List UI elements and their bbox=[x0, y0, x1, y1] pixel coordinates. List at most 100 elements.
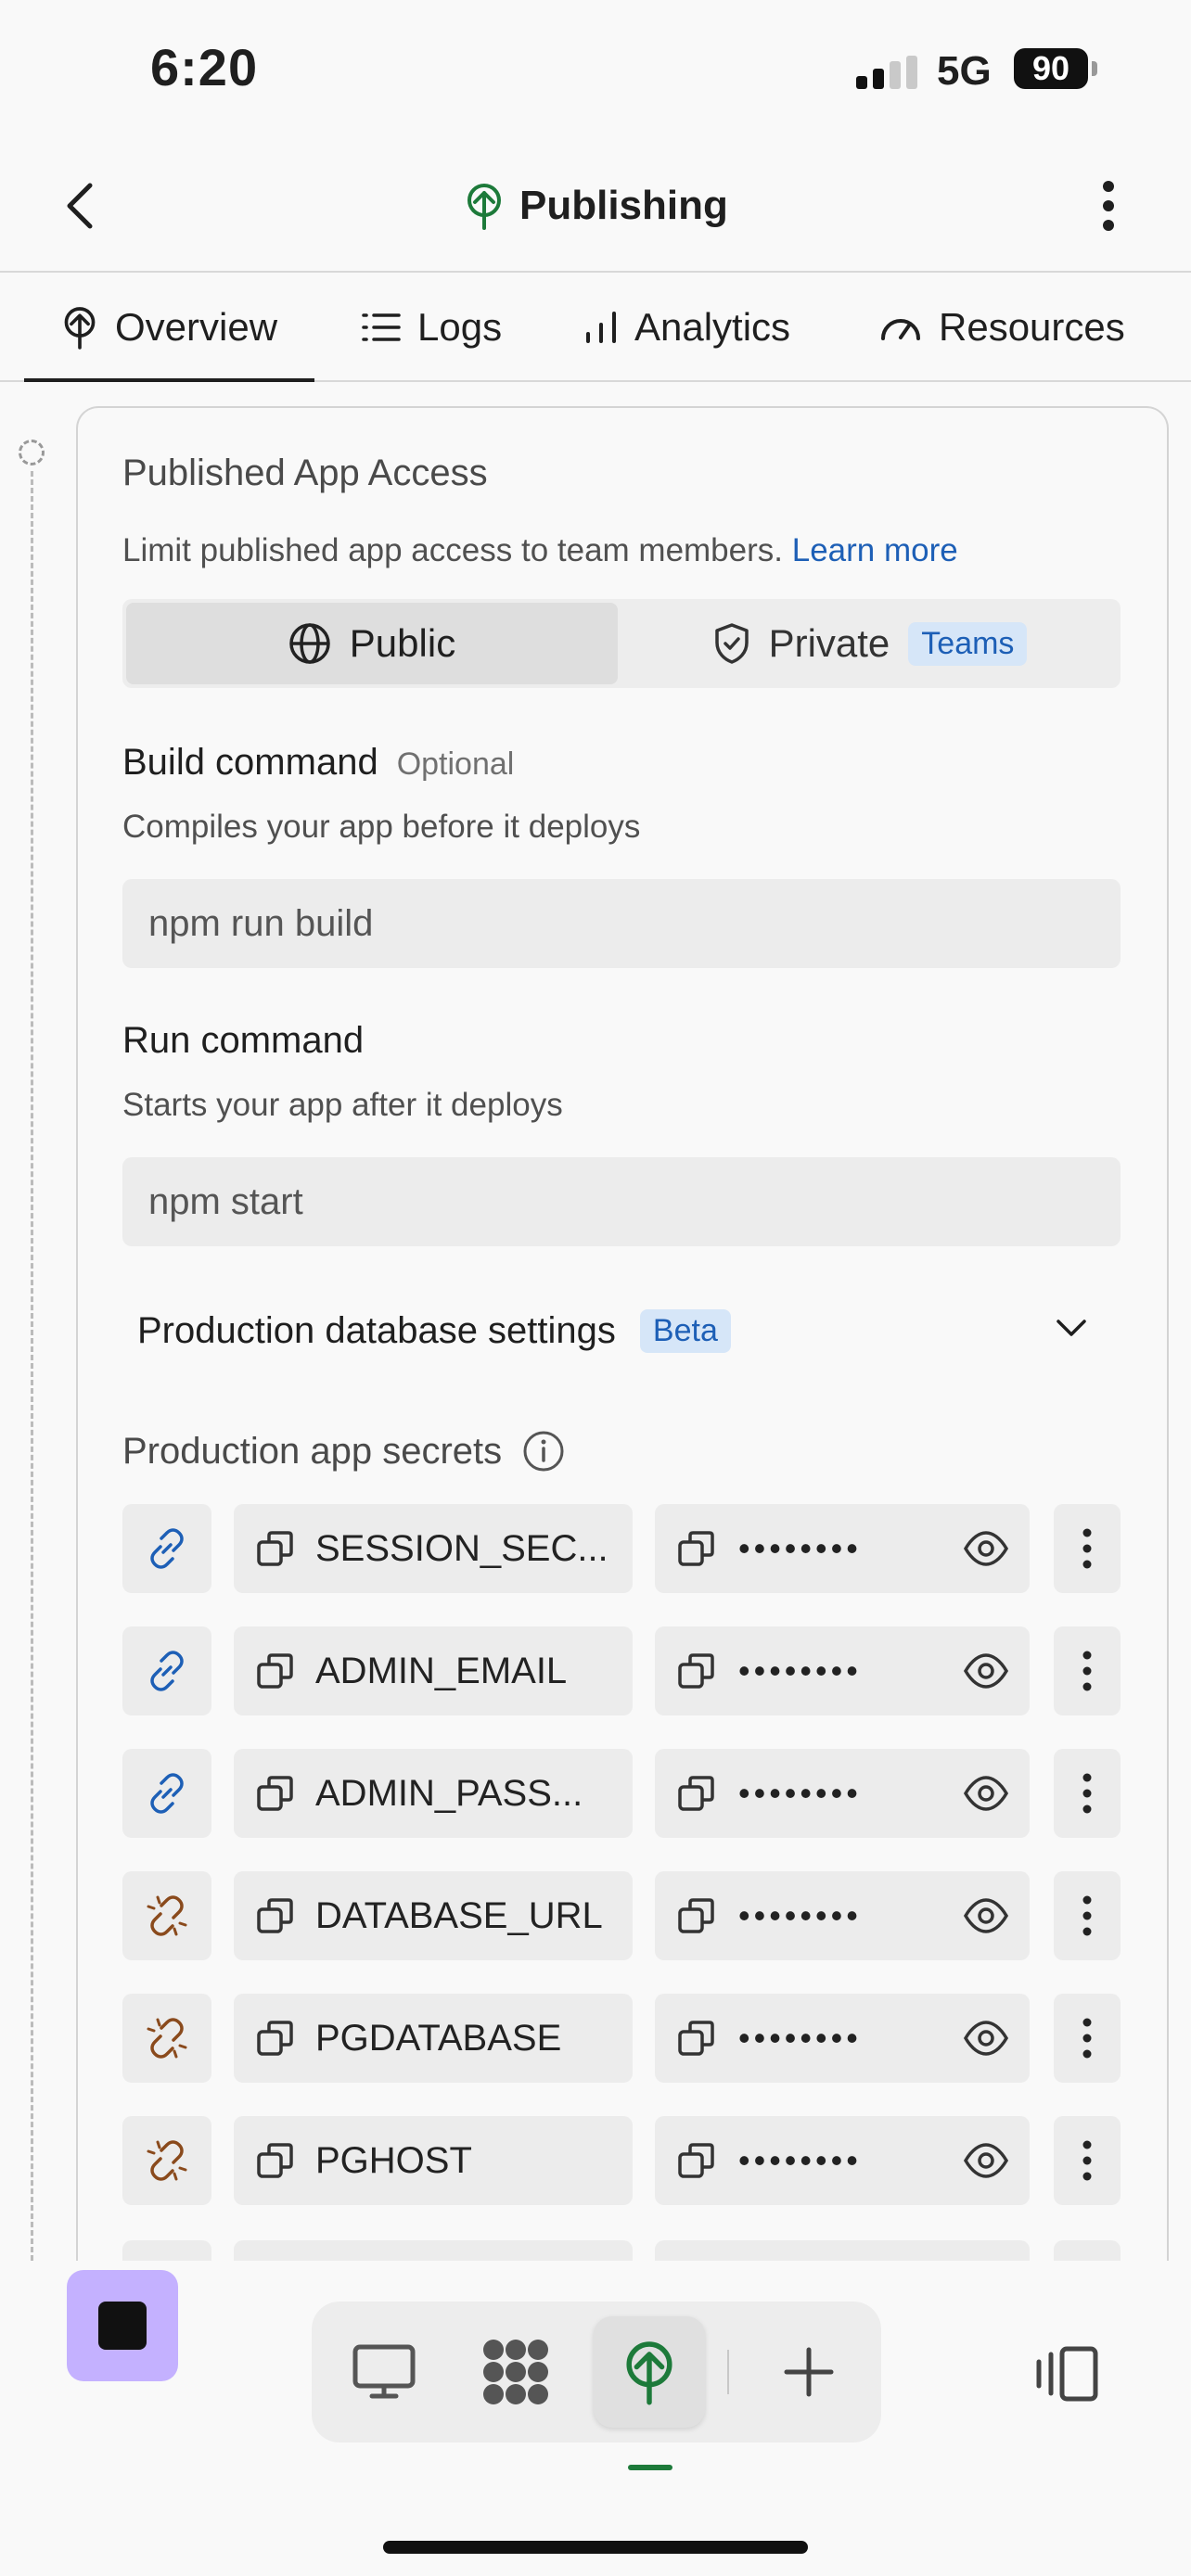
secret-value-field[interactable]: •••••••• bbox=[655, 1871, 1030, 1960]
unlinked-secret-button[interactable] bbox=[122, 1871, 211, 1960]
copy-icon[interactable] bbox=[256, 1529, 295, 1568]
tab-overview[interactable]: Overview bbox=[23, 274, 315, 382]
secret-row: PGDATABASE •••••••• bbox=[122, 1994, 1121, 2083]
run-command-input[interactable]: npm start bbox=[122, 1157, 1121, 1246]
eye-icon[interactable] bbox=[963, 1894, 1009, 1938]
copy-icon[interactable] bbox=[677, 1896, 716, 1935]
secret-key-field[interactable]: SESSION_SEC... bbox=[234, 1504, 633, 1593]
eye-icon[interactable] bbox=[963, 1771, 1009, 1816]
secret-row-partial bbox=[122, 2240, 1121, 2261]
build-command-input[interactable]: npm run build bbox=[122, 879, 1121, 968]
more-options-button[interactable] bbox=[1085, 172, 1132, 239]
link-icon bbox=[150, 1651, 184, 1691]
monitor-icon bbox=[352, 2344, 416, 2399]
tab-resources[interactable]: Resources bbox=[879, 274, 1125, 380]
build-command-label: Build command bbox=[122, 742, 378, 783]
secret-value-field[interactable]: •••••••• bbox=[655, 2116, 1030, 2205]
secret-masked-value: •••••••• bbox=[738, 2019, 862, 2057]
secret-value-field[interactable]: •••••••• bbox=[655, 1749, 1030, 1838]
publishing-tool-button[interactable] bbox=[594, 2316, 705, 2428]
linked-secret-button[interactable] bbox=[122, 1626, 211, 1715]
secret-key-label: SESSION_SEC... bbox=[315, 1527, 608, 1569]
secret-more-button[interactable] bbox=[1054, 1626, 1121, 1715]
copy-icon[interactable] bbox=[256, 1896, 295, 1935]
home-indicator bbox=[383, 2541, 808, 2554]
secret-key-field[interactable]: ADMIN_EMAIL bbox=[234, 1626, 633, 1715]
secret-masked-value: •••••••• bbox=[738, 1774, 862, 1812]
learn-more-link[interactable]: Learn more bbox=[792, 532, 958, 568]
copy-icon[interactable] bbox=[256, 1651, 295, 1690]
public-label: Public bbox=[349, 621, 456, 665]
unlinked-secret-button[interactable] bbox=[122, 2116, 211, 2205]
secret-value-field[interactable]: •••••••• bbox=[655, 1994, 1030, 2083]
secrets-header: Production app secrets bbox=[122, 1430, 565, 1473]
eye-icon[interactable] bbox=[963, 1649, 1009, 1693]
secret-more-button[interactable] bbox=[1054, 2116, 1121, 2205]
split-view-button[interactable] bbox=[1030, 2337, 1104, 2411]
copy-icon[interactable] bbox=[677, 2141, 716, 2180]
tab-label: Logs bbox=[417, 305, 503, 349]
gauge-icon bbox=[881, 319, 920, 340]
kebab-menu-icon bbox=[1082, 2140, 1092, 2181]
tab-label: Analytics bbox=[634, 305, 791, 349]
build-command-helper: Compiles your app before it deploys bbox=[122, 809, 641, 845]
secret-row: SESSION_SEC... •••••••• bbox=[122, 1504, 1121, 1593]
copy-icon[interactable] bbox=[677, 1774, 716, 1813]
copy-icon[interactable] bbox=[256, 2141, 295, 2180]
publish-tree-icon bbox=[626, 2341, 672, 2405]
copy-icon[interactable] bbox=[677, 1651, 716, 1690]
tab-logs[interactable]: Logs bbox=[362, 274, 502, 380]
copy-icon[interactable] bbox=[256, 1774, 295, 1813]
public-option[interactable]: Public bbox=[126, 603, 618, 684]
linked-secret-button[interactable] bbox=[122, 1504, 211, 1593]
eye-icon[interactable] bbox=[963, 2016, 1009, 2060]
copy-icon[interactable] bbox=[256, 2019, 295, 2058]
access-helper-text: Limit published app access to team membe… bbox=[122, 532, 958, 568]
secrets-title: Production app secrets bbox=[122, 1430, 503, 1472]
add-tool-button[interactable] bbox=[753, 2316, 864, 2428]
kebab-menu-icon bbox=[1082, 1651, 1092, 1691]
kebab-menu-icon bbox=[1082, 1773, 1092, 1814]
secret-key-field[interactable]: PGHOST bbox=[234, 2116, 633, 2205]
publish-settings-card: Published App Access Limit published app… bbox=[76, 406, 1169, 2261]
secret-more-button[interactable] bbox=[1054, 1994, 1121, 2083]
publish-tree-icon bbox=[64, 307, 96, 350]
secret-more-button[interactable] bbox=[1054, 1504, 1121, 1593]
signal-icon bbox=[856, 56, 917, 89]
eye-icon[interactable] bbox=[963, 1526, 1009, 1571]
secret-key-field[interactable]: PGDATABASE bbox=[234, 1994, 633, 2083]
tab-label: Resources bbox=[939, 305, 1125, 349]
eye-icon[interactable] bbox=[963, 2138, 1009, 2183]
page-title: Publishing bbox=[519, 183, 728, 228]
all-tools-button[interactable] bbox=[460, 2316, 571, 2428]
secret-value-field[interactable]: •••••••• bbox=[655, 1626, 1030, 1715]
database-settings-label: Production database settings bbox=[137, 1310, 616, 1351]
teams-badge: Teams bbox=[908, 621, 1028, 666]
database-settings-accordion[interactable]: Production database settings Beta bbox=[122, 1296, 1121, 1371]
copy-icon[interactable] bbox=[677, 2019, 716, 2058]
secret-key-field[interactable]: DATABASE_URL bbox=[234, 1871, 633, 1960]
private-option[interactable]: Private Teams bbox=[623, 603, 1117, 684]
link-icon bbox=[150, 1773, 184, 1814]
secret-key-field[interactable]: ADMIN_PASS... bbox=[234, 1749, 633, 1838]
status-bar: 6:20 5G 90 bbox=[0, 0, 1191, 139]
linked-secret-button[interactable] bbox=[122, 1749, 211, 1838]
page-title-group: Publishing bbox=[464, 176, 728, 236]
secret-more-button[interactable] bbox=[1054, 1749, 1121, 1838]
back-button[interactable] bbox=[56, 178, 102, 234]
chevron-left-icon bbox=[67, 183, 93, 229]
run-command-label: Run command bbox=[122, 1020, 365, 1061]
preview-tool-button[interactable] bbox=[328, 2316, 440, 2428]
info-icon[interactable] bbox=[522, 1430, 565, 1473]
secret-key-label: PGHOST bbox=[315, 2139, 472, 2181]
secret-key-label: ADMIN_PASS... bbox=[315, 1772, 583, 1814]
split-view-icon bbox=[1036, 2346, 1098, 2402]
tab-label: Overview bbox=[115, 305, 278, 349]
battery-icon: 90 bbox=[1014, 48, 1088, 89]
tab-analytics[interactable]: Analytics bbox=[584, 274, 790, 380]
unlinked-secret-button[interactable] bbox=[122, 1994, 211, 2083]
secret-more-button[interactable] bbox=[1054, 1871, 1121, 1960]
stop-button[interactable] bbox=[67, 2270, 178, 2381]
secret-value-field[interactable]: •••••••• bbox=[655, 1504, 1030, 1593]
copy-icon[interactable] bbox=[677, 1529, 716, 1568]
